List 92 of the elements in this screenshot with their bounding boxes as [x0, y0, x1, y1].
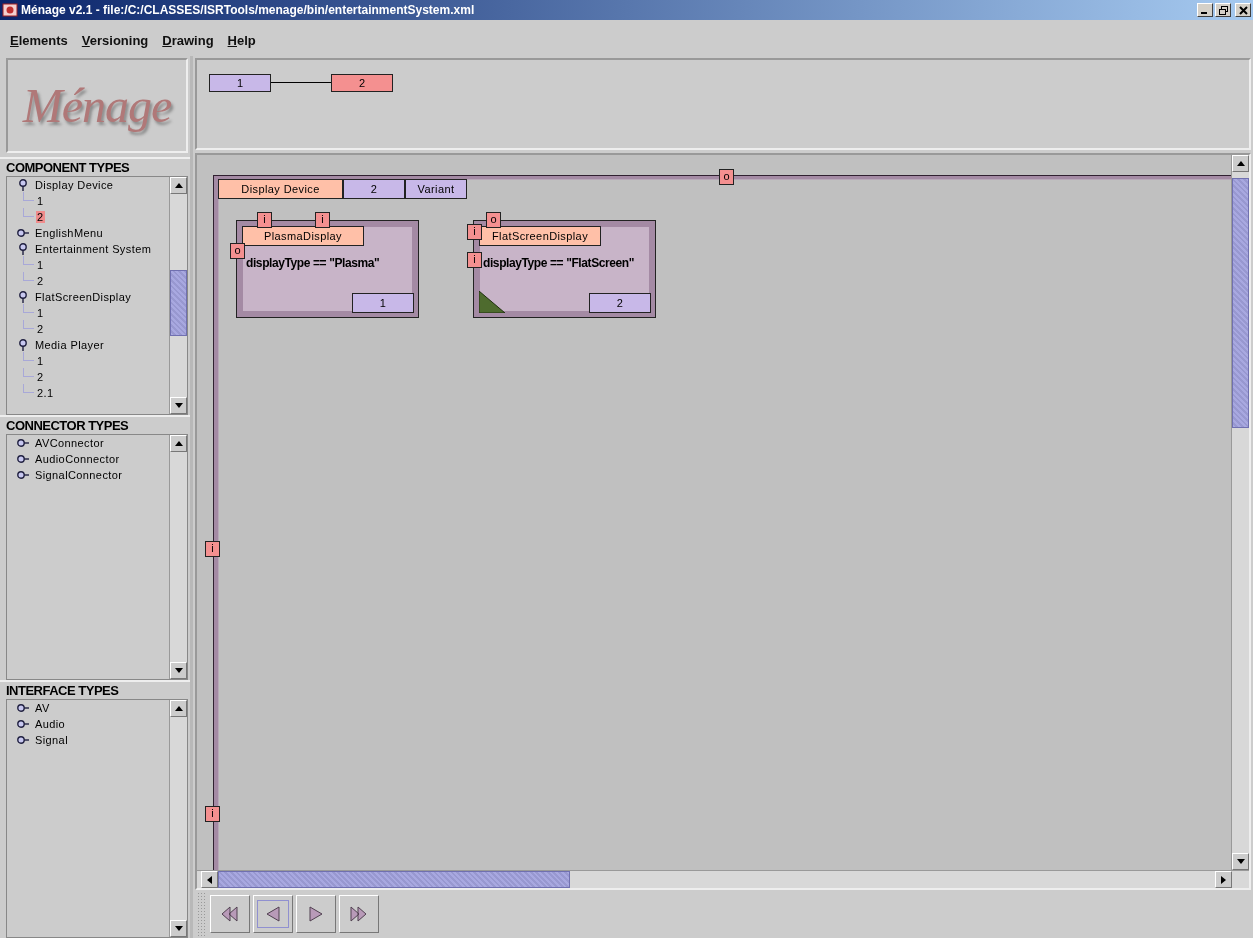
vertical-scrollbar[interactable] [169, 177, 187, 415]
vertical-scrollbar[interactable] [169, 699, 187, 937]
pin-icon[interactable] [17, 243, 29, 255]
component-name: PlasmaDisplay [242, 226, 364, 246]
left-arrow-icon [207, 875, 212, 884]
menu-item[interactable]: Elements [10, 32, 68, 48]
restore-button[interactable] [1215, 3, 1231, 17]
condition-text: displayType == "FlatScreen" [483, 256, 635, 270]
horizontal-scrollbar[interactable] [197, 870, 1249, 888]
port[interactable]: o [486, 212, 501, 228]
vertical-scrollbar[interactable] [1231, 155, 1249, 870]
scroll-down-button[interactable] [1232, 853, 1249, 870]
key-icon[interactable] [17, 437, 29, 450]
minimize-button[interactable] [1197, 3, 1213, 17]
tree-item[interactable]: AV [35, 701, 50, 714]
type-label: Display Device [218, 179, 343, 199]
key-icon[interactable] [17, 227, 29, 239]
port[interactable]: o [719, 169, 734, 185]
down-arrow-icon [1236, 859, 1245, 864]
version-label: 2 [343, 179, 405, 199]
key-icon[interactable] [17, 717, 29, 730]
tree-item[interactable]: SignalConnector [35, 469, 123, 482]
port[interactable]: i [467, 252, 482, 268]
scroll-up-button[interactable] [170, 177, 187, 194]
version-label: 2 [589, 293, 651, 313]
role-label: Variant [405, 179, 467, 199]
scroll-down-button[interactable] [170, 920, 187, 937]
restore-icon [1218, 5, 1228, 15]
scroll-up-button[interactable] [170, 435, 187, 453]
tree-item[interactable]: AVConnector [35, 437, 104, 450]
scroll-thumb[interactable] [1232, 178, 1249, 428]
version-item[interactable]: 1 [36, 307, 45, 319]
condition-text: displayType == "Plasma" [246, 256, 380, 270]
scroll-left-button[interactable] [201, 871, 218, 888]
version-item[interactable]: 1 [36, 355, 45, 367]
scroll-down-button[interactable] [170, 397, 187, 415]
component-name: FlatScreenDisplay [479, 226, 601, 246]
down-arrow-icon [174, 926, 183, 931]
version-item[interactable]: 1 [36, 259, 45, 271]
scroll-right-button[interactable] [1215, 871, 1232, 888]
version-label: 1 [352, 293, 414, 313]
window-title: Ménage v2.1 - file:/C:/CLASSES/ISRTools/menage/bin/entertainmentSystem.xml [21, 3, 475, 17]
tree-item[interactable]: Signal [35, 733, 68, 746]
down-arrow-icon [174, 403, 183, 409]
key-icon[interactable] [17, 733, 29, 746]
port[interactable]: i [315, 212, 330, 228]
up-arrow-icon [174, 183, 183, 188]
tree-item[interactable]: FlatScreenDisplay [35, 291, 132, 303]
pin-icon[interactable] [17, 339, 29, 351]
vertical-scrollbar[interactable] [169, 435, 187, 679]
tree-item[interactable]: AudioConnector [35, 453, 120, 466]
up-arrow-icon [174, 441, 183, 447]
tree-item[interactable]: Entertainment System [35, 243, 152, 255]
close-icon [1238, 5, 1248, 15]
up-arrow-icon [174, 705, 183, 711]
tree-item[interactable]: EnglishMenu [35, 227, 103, 239]
version-item[interactable]: 2 [36, 323, 45, 335]
version-node[interactable]: 2 [331, 74, 393, 92]
menu-item[interactable]: Versioning [81, 32, 149, 48]
pin-icon[interactable] [17, 291, 29, 303]
port[interactable]: i [257, 212, 272, 228]
right-arrow-icon [1221, 875, 1226, 884]
version-item[interactable]: 2 [36, 371, 45, 383]
tree-item[interactable]: Display Device [35, 179, 114, 191]
tree-item[interactable]: Media Player [35, 339, 104, 351]
version-item[interactable]: 2.1 [36, 387, 55, 399]
menu-item[interactable]: Drawing [162, 32, 214, 48]
scroll-down-button[interactable] [170, 661, 187, 679]
scroll-up-button[interactable] [170, 699, 187, 717]
port[interactable]: i [467, 224, 482, 240]
tree-item[interactable]: Audio [35, 717, 66, 730]
version-item[interactable]: 1 [36, 195, 45, 207]
port[interactable]: i [205, 541, 220, 557]
port[interactable]: o [230, 243, 245, 259]
scroll-thumb[interactable] [218, 871, 570, 888]
port[interactable]: i [205, 806, 220, 822]
scroll-thumb[interactable] [170, 270, 187, 336]
key-icon[interactable] [17, 453, 29, 466]
app-icon [2, 2, 18, 18]
version-item[interactable]: 2 [36, 275, 45, 287]
triangle-icon [479, 291, 505, 313]
down-arrow-icon [174, 667, 183, 673]
up-arrow-icon [1236, 161, 1245, 166]
key-icon[interactable] [17, 701, 29, 714]
version-node[interactable]: 1 [209, 74, 271, 92]
menu-item[interactable]: Help [227, 32, 256, 48]
scroll-up-button[interactable] [1232, 155, 1249, 172]
logo-text: Ménage [22, 78, 172, 133]
key-icon[interactable] [17, 469, 29, 482]
close-button[interactable] [1235, 3, 1251, 17]
version-item[interactable]: 2 [36, 211, 45, 223]
pin-icon[interactable] [17, 179, 29, 191]
